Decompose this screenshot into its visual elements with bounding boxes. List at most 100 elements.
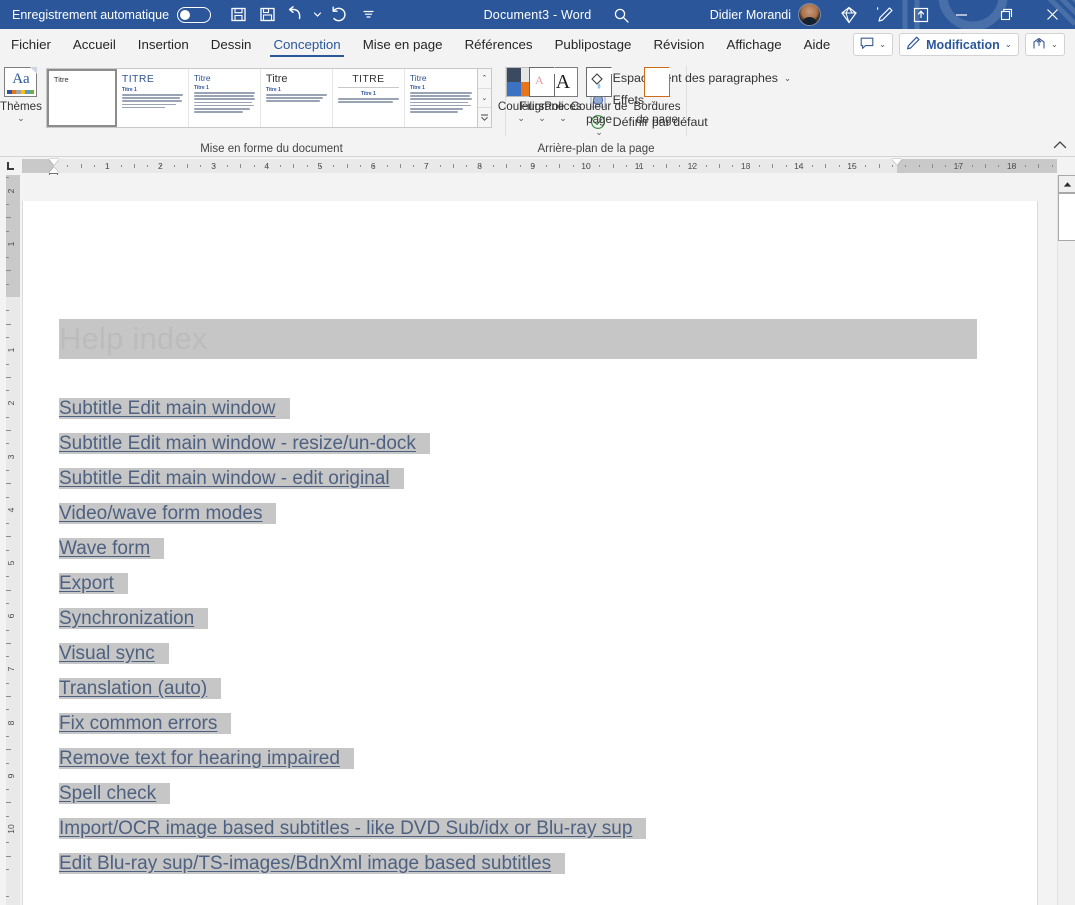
style-gallery-item-1[interactable]: Titre xyxy=(46,69,117,127)
redo-icon[interactable] xyxy=(326,3,352,27)
close-icon[interactable] xyxy=(1029,0,1075,29)
horizontal-ruler[interactable]: 1 2 3 4 5 6 7 8 9 10 11 12 13 14 15 17 18 xyxy=(22,159,1057,179)
restore-icon[interactable] xyxy=(984,0,1029,29)
share-button[interactable]: ⌄ xyxy=(1024,33,1065,56)
vertical-ruler-number: 8 xyxy=(6,720,16,725)
editing-mode-button[interactable]: Modification ⌄ xyxy=(899,33,1019,56)
tab-mise-en-page[interactable]: Mise en page xyxy=(352,29,454,60)
undo-dropdown-icon[interactable] xyxy=(312,3,323,27)
tab-accueil[interactable]: Accueil xyxy=(62,29,127,60)
watermark-label: Filigrane xyxy=(519,100,565,113)
style-gallery: Titre TITRE Titre 1 Titre Titre 1 Titre xyxy=(45,68,492,128)
help-index-link[interactable]: Video/wave form modes xyxy=(59,502,277,524)
help-index-link[interactable]: Fix common errors xyxy=(59,712,232,734)
help-index-link-list: Subtitle Edit main window Subtitle Edit m… xyxy=(59,391,977,881)
ruler-tick xyxy=(1024,165,1026,167)
page-borders-button[interactable]: Bordures de page xyxy=(628,64,686,127)
ruler-tick xyxy=(293,164,295,168)
first-line-indent-marker[interactable] xyxy=(49,159,59,165)
style-gallery-item-6[interactable]: Titre Titre 1 xyxy=(404,69,477,127)
vertical-ruler-number: 1 xyxy=(6,241,16,247)
style-gallery-item-3[interactable]: Titre Titre 1 xyxy=(188,69,261,127)
help-index-link[interactable]: Subtitle Edit main window - resize/un-do… xyxy=(59,432,430,454)
help-index-link[interactable]: Edit Blu-ray sup/TS-images/BdnXml image … xyxy=(59,852,566,874)
watermark-button[interactable]: A Filigrane ⌄ xyxy=(514,64,570,123)
undo-icon[interactable] xyxy=(283,3,309,27)
help-index-link[interactable]: Synchronization xyxy=(59,607,209,629)
collapse-ribbon-icon[interactable] xyxy=(1053,140,1067,152)
page-borders-icon xyxy=(644,67,671,97)
page-color-button[interactable]: Couleur de page ⌄ xyxy=(570,64,628,137)
vertical-ruler-tick xyxy=(6,642,11,644)
page-title[interactable]: Help index xyxy=(59,319,977,359)
help-index-link-row: Translation (auto) xyxy=(59,671,977,706)
help-index-link[interactable]: Export xyxy=(59,572,128,594)
style-subheading: Titre 1 xyxy=(265,87,281,93)
search-icon[interactable] xyxy=(606,2,636,28)
tab-references[interactable]: Références xyxy=(454,29,544,60)
tab-dessin[interactable]: Dessin xyxy=(200,29,263,60)
user-avatar[interactable] xyxy=(798,3,821,26)
ruler-number: 5 xyxy=(317,161,323,171)
help-index-link[interactable]: Spell check xyxy=(59,782,171,804)
help-index-link[interactable]: Import/OCR image based subtitles - like … xyxy=(59,817,647,839)
gallery-more-button[interactable] xyxy=(477,108,491,128)
customize-quick-access-toolbar-icon[interactable] xyxy=(355,3,381,27)
user-name[interactable]: Didier Morandi xyxy=(710,8,791,22)
save-icon[interactable] xyxy=(225,3,251,27)
designer-pen-icon[interactable] xyxy=(867,0,903,29)
tab-aide[interactable]: Aide xyxy=(793,29,842,60)
minimize-icon[interactable] xyxy=(939,0,984,29)
save-as-icon[interactable] xyxy=(254,3,280,27)
ruler-number: 12 xyxy=(687,161,698,171)
ruler-tick xyxy=(492,165,494,167)
tab-affichage[interactable]: Affichage xyxy=(715,29,792,60)
right-indent-marker[interactable] xyxy=(892,159,902,165)
style-subheading: Titre 1 xyxy=(409,85,425,91)
help-index-link[interactable]: Translation (auto) xyxy=(59,677,222,699)
tab-fichier[interactable]: Fichier xyxy=(0,29,62,60)
ruler-tick xyxy=(599,165,601,167)
gallery-scroll-down-button[interactable]: ⌄ xyxy=(477,88,491,109)
tab-insertion[interactable]: Insertion xyxy=(127,29,200,60)
ruler-tick xyxy=(905,165,907,167)
scrollbar-track[interactable] xyxy=(1058,241,1075,905)
themes-button[interactable]: Aa Thèmes ⌄ xyxy=(0,64,42,123)
vertical-scrollbar[interactable] xyxy=(1057,175,1075,905)
style-gallery-item-2[interactable]: TITRE Titre 1 xyxy=(116,69,189,127)
microsoft-365-diamond-icon[interactable] xyxy=(831,0,867,29)
comments-button[interactable]: ⌄ xyxy=(853,33,894,56)
help-index-link[interactable]: Visual sync xyxy=(59,642,169,664)
word-application-window: Enregistrement automatique Document3 - W… xyxy=(0,0,1075,905)
document-page[interactable]: Help index Subtitle Edit main window Subt… xyxy=(22,201,1038,905)
scroll-up-button[interactable] xyxy=(1058,175,1075,193)
paragraph-spacing-chevron-icon: ⌄ xyxy=(784,72,792,83)
tab-conception[interactable]: Conception xyxy=(262,29,351,60)
gallery-scroll-up-button[interactable]: ⌃ xyxy=(477,69,491,89)
tab-revision[interactable]: Révision xyxy=(642,29,715,60)
ribbon-display-options-icon[interactable] xyxy=(903,0,939,29)
ruler-number: 4 xyxy=(264,161,270,171)
tab-publipostage[interactable]: Publipostage xyxy=(544,29,643,60)
help-index-link-row: Subtitle Edit main window - resize/un-do… xyxy=(59,426,977,461)
autosave-toggle[interactable] xyxy=(177,6,212,23)
vertical-ruler-tick xyxy=(6,310,9,312)
style-gallery-item-5[interactable]: TITRE Titre 1 xyxy=(332,69,405,127)
tab-stop-left-icon[interactable] xyxy=(0,157,22,175)
style-heading: Titre xyxy=(193,73,211,83)
editing-mode-label: Modification xyxy=(926,37,1000,52)
vertical-ruler[interactable]: 2 1 1 2 3 4 5 6 7 8 9 10 xyxy=(0,175,22,905)
ruler-number: 17 xyxy=(953,161,964,171)
help-index-link[interactable]: Subtitle Edit main window - edit origina… xyxy=(59,467,404,489)
vertical-ruler-tick xyxy=(6,549,9,551)
ribbon-group-label-page-background: Arrière-plan de la page xyxy=(537,143,655,155)
help-index-link[interactable]: Wave form xyxy=(59,537,165,559)
help-index-link[interactable]: Subtitle Edit main window xyxy=(59,397,290,419)
scrollbar-thumb[interactable] xyxy=(1058,193,1075,241)
ruler-tick xyxy=(679,165,681,167)
ruler-tick xyxy=(67,165,69,167)
vertical-ruler-tick xyxy=(6,177,9,179)
style-gallery-item-4[interactable]: Titre Titre 1 xyxy=(260,69,333,127)
help-index-link[interactable]: Remove text for hearing impaired xyxy=(59,747,354,769)
style-subheading: Titre 1 xyxy=(193,85,209,91)
